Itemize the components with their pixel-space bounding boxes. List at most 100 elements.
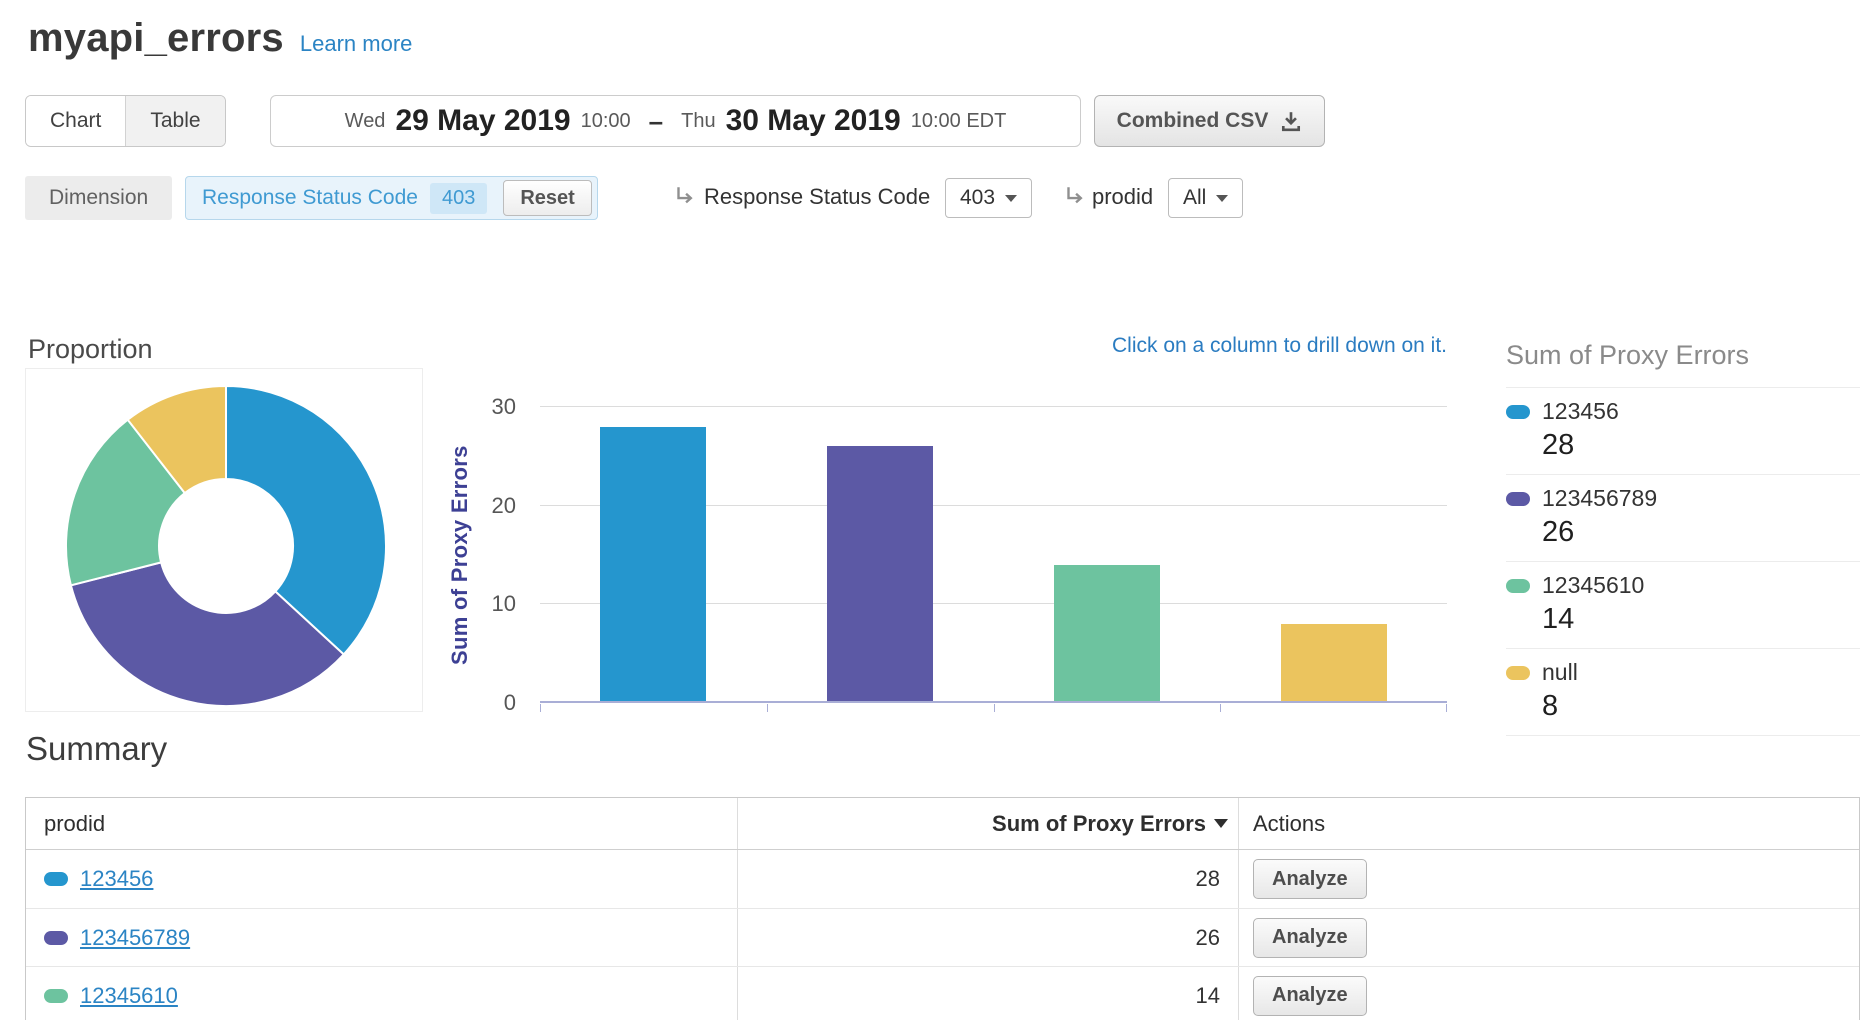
legend-swatch	[1506, 405, 1530, 419]
table-row: 123456 28 Analyze	[26, 850, 1859, 908]
actions-cell: Analyze	[1239, 850, 1859, 908]
legend-name-row: 123456	[1506, 398, 1860, 425]
legend-item-123456789: 123456789 26	[1506, 475, 1860, 562]
x-axis-line	[540, 701, 1447, 703]
legend-value: 14	[1542, 603, 1860, 636]
chart-view-button[interactable]: Chart	[26, 96, 125, 146]
row-swatch	[44, 989, 68, 1003]
prodid-dropdown[interactable]: All	[1168, 178, 1243, 218]
row-swatch	[44, 931, 68, 945]
y-tick-label: 30	[458, 394, 516, 420]
summary-table: prodid Sum of Proxy Errors Actions 12345…	[25, 797, 1860, 1020]
page-header: myapi_errors Learn more	[28, 16, 412, 61]
drilldown-label-response-status-code: Response Status Code	[704, 184, 930, 210]
column-header-prodid: prodid	[26, 798, 738, 849]
date-range-picker[interactable]: Wed 29 May 2019 10:00 – Thu 30 May 2019 …	[270, 95, 1081, 147]
analyze-button[interactable]: Analyze	[1253, 976, 1367, 1016]
legend-value: 26	[1542, 516, 1860, 549]
active-filter-pill: Response Status Code 403 Reset	[185, 176, 598, 220]
legend-item-null: null 8	[1506, 649, 1860, 736]
proportion-title: Proportion	[28, 334, 153, 365]
legend-item-123456: 123456 28	[1506, 388, 1860, 475]
value-cell: 26	[738, 909, 1239, 966]
y-tick-label: 10	[458, 591, 516, 617]
prodid-link[interactable]: 123456	[80, 866, 153, 892]
x-axis-tick	[994, 704, 995, 712]
summary-table-body: 12345628Analyze12345678926Analyze1234561…	[26, 850, 1859, 1020]
legend-value: 8	[1542, 690, 1860, 723]
legend-label: 123456789	[1542, 485, 1657, 512]
bar-plot	[540, 407, 1447, 703]
legend-item-12345610: 12345610 14	[1506, 562, 1860, 649]
gridline	[540, 406, 1447, 407]
legend-swatch	[1506, 666, 1530, 680]
reset-button[interactable]: Reset	[503, 180, 591, 216]
start-time: 10:00	[581, 110, 631, 133]
prodid-link[interactable]: 12345610	[80, 983, 178, 1009]
download-icon	[1280, 110, 1302, 132]
filter-bar: Dimension Response Status Code 403 Reset…	[0, 176, 1860, 220]
y-tick-label: 20	[458, 493, 516, 519]
sort-desc-icon	[1214, 819, 1228, 828]
legend-swatch	[1506, 492, 1530, 506]
value-cell: 28	[738, 850, 1239, 908]
bar-12345610[interactable]	[1054, 565, 1160, 701]
combined-csv-button[interactable]: Combined CSV	[1094, 95, 1325, 147]
drilldown-label-prodid: prodid	[1092, 184, 1153, 210]
donut-chart	[26, 369, 424, 713]
dropdown-selected-value: 403	[960, 186, 995, 210]
legend-list: 123456 28 123456789 26 12345610 14 null 8	[1506, 387, 1860, 736]
legend-panel: Sum of Proxy Errors 12345628123456789261…	[1506, 340, 1860, 736]
active-filter-value: 403	[430, 183, 487, 214]
sort-column-label: Sum of Proxy Errors	[992, 811, 1206, 837]
analyze-button[interactable]: Analyze	[1253, 859, 1367, 899]
table-row: 12345610 14 Analyze	[26, 966, 1859, 1020]
legend-label: 12345610	[1542, 572, 1644, 599]
page-title: myapi_errors	[28, 16, 284, 61]
response-status-code-dropdown[interactable]: 403	[945, 178, 1032, 218]
x-axis-tick	[1446, 704, 1447, 712]
legend-swatch	[1506, 579, 1530, 593]
proportion-donut-panel	[25, 368, 423, 712]
end-day: Thu	[681, 110, 715, 133]
bar-123456789[interactable]	[827, 446, 933, 701]
actions-cell: Analyze	[1239, 909, 1859, 966]
legend-label: null	[1542, 659, 1578, 686]
column-header-sum-of-proxy-errors[interactable]: Sum of Proxy Errors	[738, 798, 1239, 849]
bar-123456[interactable]	[600, 427, 706, 701]
learn-more-link[interactable]: Learn more	[300, 31, 413, 57]
dropdown-selected-value: All	[1183, 186, 1206, 210]
end-date: 30 May 2019	[726, 104, 901, 138]
bar-ylabels: 0102030	[458, 407, 528, 703]
date-range-separator: –	[649, 106, 663, 137]
table-row: 123456789 26 Analyze	[26, 908, 1859, 966]
prodid-link[interactable]: 123456789	[80, 925, 190, 951]
x-axis-tick	[1220, 704, 1221, 712]
dimension-label: Dimension	[25, 176, 172, 220]
start-day: Wed	[345, 110, 386, 133]
legend-name-row: null	[1506, 659, 1860, 686]
bar-null[interactable]	[1281, 624, 1387, 701]
table-view-button[interactable]: Table	[125, 96, 224, 146]
legend-title: Sum of Proxy Errors	[1506, 340, 1860, 371]
actions-cell: Analyze	[1239, 967, 1859, 1020]
column-header-actions: Actions	[1239, 798, 1859, 849]
csv-button-label: Combined CSV	[1117, 109, 1269, 133]
prodid-cell: 123456	[26, 850, 738, 908]
value-cell: 14	[738, 967, 1239, 1020]
chevron-down-icon	[1216, 195, 1228, 202]
chevron-down-icon	[1005, 195, 1017, 202]
analytics-dashboard: myapi_errors Learn more Chart Table Wed …	[0, 0, 1860, 1020]
drilldown-arrow-icon	[672, 184, 698, 210]
view-toggle: Chart Table	[25, 95, 226, 147]
legend-label: 123456	[1542, 398, 1619, 425]
legend-name-row: 12345610	[1506, 572, 1860, 599]
drilldown-hint: Click on a column to drill down on it.	[1112, 334, 1447, 358]
legend-value: 28	[1542, 429, 1860, 462]
analyze-button[interactable]: Analyze	[1253, 918, 1367, 958]
start-date: 29 May 2019	[395, 104, 570, 138]
prodid-cell: 12345610	[26, 967, 738, 1020]
y-tick-label: 0	[458, 690, 516, 716]
prodid-cell: 123456789	[26, 909, 738, 966]
end-time: 10:00 EDT	[911, 110, 1007, 133]
